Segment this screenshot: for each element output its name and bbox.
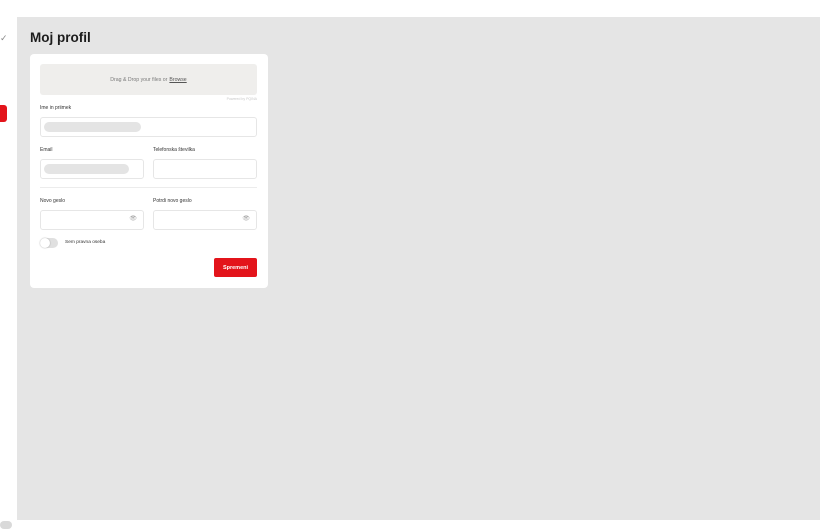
powered-by-credit: Powered by PQINA [226,97,257,101]
page-title: Moj profil [30,30,91,45]
phone-field[interactable] [153,159,257,179]
sidebar: ✓ [0,17,17,529]
new-password-field[interactable]: 👁 [40,210,144,230]
save-button[interactable]: Spremeni [214,258,257,277]
file-dropzone[interactable]: Drag & Drop your files or Browse [40,64,257,95]
eye-icon[interactable]: 👁 [242,215,250,222]
profile-card: Drag & Drop your files or Browse Powered… [30,54,268,288]
toggle-knob [40,238,50,248]
chevron-down-icon[interactable]: ✓ [0,33,8,44]
email-field[interactable] [40,159,144,179]
sidebar-active-item[interactable] [0,105,7,122]
top-bar [0,0,820,17]
email-label: Email [40,147,53,153]
new-password-label: Novo geslo [40,198,66,204]
confirm-password-label: Potrdi novo geslo [153,198,192,204]
phone-label: Telefonska številka [153,147,195,153]
full-name-field[interactable] [40,117,257,137]
loading-skeleton [44,122,141,132]
sidebar-bottom-control[interactable] [0,521,12,529]
browse-link[interactable]: Browse [169,77,186,83]
eye-icon[interactable]: 👁 [129,215,137,222]
full-name-label: Ime in priimek [40,105,72,111]
confirm-password-field[interactable]: 👁 [153,210,257,230]
legal-entity-label: Sem pravna oseba [65,240,106,245]
dropzone-text: Drag & Drop your files or [110,76,168,83]
main-content: Moj profil Drag & Drop your files or Bro… [17,17,820,520]
section-divider [40,187,257,188]
legal-entity-toggle[interactable] [40,238,58,248]
loading-skeleton [44,164,129,174]
